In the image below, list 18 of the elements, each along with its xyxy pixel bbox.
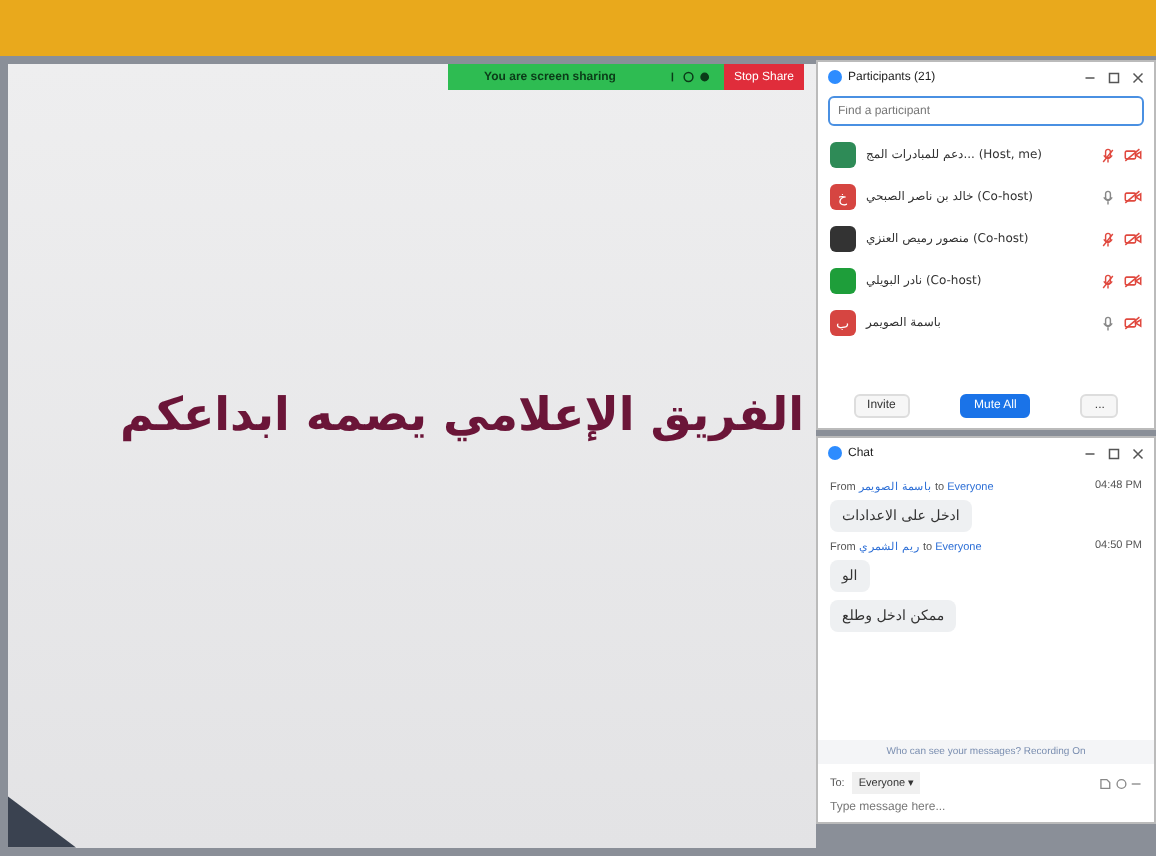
app-logo-icon (828, 70, 842, 84)
camera-icon[interactable] (1124, 316, 1142, 330)
camera-icon[interactable] (1124, 190, 1142, 204)
microphone-icon[interactable] (1102, 273, 1114, 289)
slide-corner-drawing (8, 796, 76, 848)
microphone-icon[interactable] (1102, 147, 1114, 163)
window-controls-icon[interactable] (1084, 447, 1144, 459)
microphone-icon[interactable] (1102, 231, 1114, 247)
file-emoji-icons-drawing[interactable] (1098, 777, 1142, 789)
camera-icon[interactable] (1124, 148, 1142, 162)
camera-icon[interactable] (1124, 232, 1142, 246)
microphone-icon[interactable] (1102, 315, 1114, 331)
camera-icon[interactable] (1124, 274, 1142, 288)
app-logo-icon (828, 446, 842, 460)
slide-title: الفريق الإعلامي يصمه ابداعكم (120, 390, 804, 442)
toolbar-icons-drawing[interactable] (667, 70, 712, 84)
window-controls-icon[interactable] (1084, 71, 1144, 83)
microphone-icon[interactable] (1102, 189, 1114, 205)
